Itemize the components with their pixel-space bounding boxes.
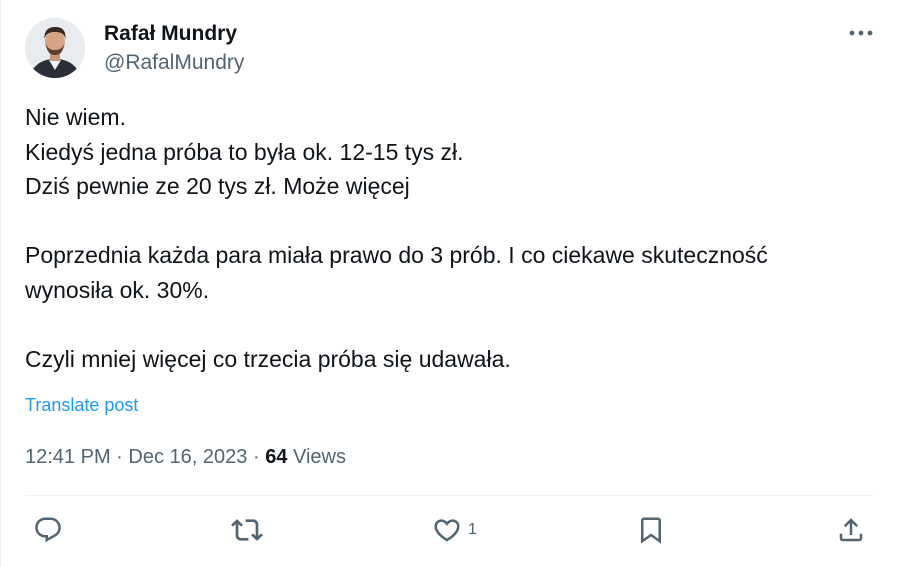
- tweet-text-line: Czyli mniej więcej co trzecia próba się …: [25, 345, 511, 372]
- repost-button[interactable]: [231, 510, 263, 550]
- tweet-detail: Rafał Mundry @RafalMundry Nie wiem. Kied…: [0, 0, 898, 567]
- tweet-header: Rafał Mundry @RafalMundry: [25, 18, 874, 80]
- author-names: Rafał Mundry @RafalMundry: [104, 20, 244, 78]
- tweet-text-line: wynosiła ok. 30%.: [25, 276, 210, 303]
- views-label: Views: [293, 446, 346, 468]
- avatar-portrait: [25, 18, 85, 78]
- reply-button[interactable]: [33, 510, 63, 550]
- heart-icon: [434, 519, 460, 542]
- tweet-text-line: Kiedyś jedna próba to była ok. 12-15 tys…: [25, 138, 464, 165]
- reply-icon: [35, 517, 61, 543]
- tweet-text-line: Poprzednia każda para miała prawo do 3 p…: [25, 242, 768, 268]
- post-time[interactable]: 12:41 PM: [25, 446, 111, 468]
- tweet-text-line: Dziś pewnie ze 20 tys zł. Może więcej: [25, 173, 410, 199]
- tweet-text-line: ​: [25, 204, 885, 239]
- post-date[interactable]: Dec 16, 2023: [128, 446, 247, 468]
- share-icon: [839, 518, 863, 542]
- tweet-text: Nie wiem. Kiedyś jedna próba to była ok.…: [25, 100, 885, 376]
- meta-separator: ·: [252, 446, 260, 468]
- meta-separator: ·: [116, 446, 123, 468]
- divider: [25, 495, 874, 496]
- like-button[interactable]: 1: [432, 510, 477, 550]
- author-handle[interactable]: @RafalMundry: [104, 48, 244, 78]
- bookmark-button[interactable]: [636, 510, 666, 550]
- share-button[interactable]: [836, 510, 866, 550]
- translate-post-link[interactable]: Translate post: [25, 393, 138, 417]
- tweet-meta: 12:41 PM · Dec 16, 2023 · 64 Views: [25, 443, 346, 471]
- more-icon: [849, 30, 873, 36]
- tweet-text-line: ​: [25, 307, 885, 342]
- more-options-button[interactable]: [848, 22, 874, 44]
- repost-icon: [231, 519, 263, 541]
- action-bar: 1: [25, 510, 874, 550]
- views-count: 64: [265, 446, 288, 468]
- author-display-name[interactable]: Rafał Mundry: [104, 20, 244, 48]
- like-count: 1: [468, 521, 477, 538]
- avatar[interactable]: [25, 18, 85, 78]
- tweet-text-line: Nie wiem.: [25, 104, 126, 130]
- bookmark-icon: [641, 517, 661, 544]
